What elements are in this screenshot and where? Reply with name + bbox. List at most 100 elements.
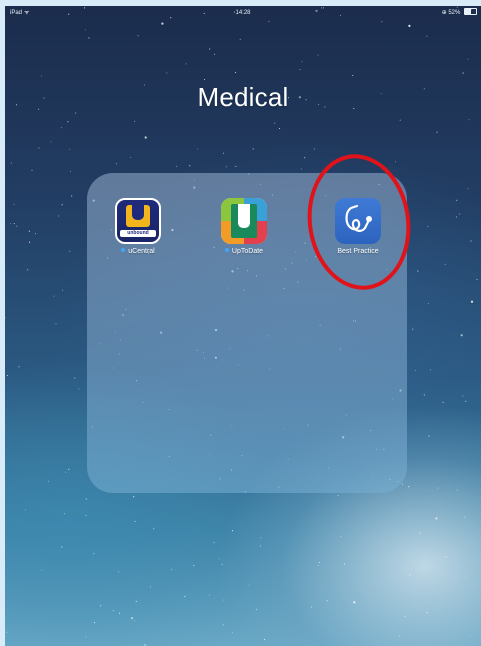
star	[464, 516, 466, 518]
star	[343, 563, 346, 565]
star	[16, 225, 18, 227]
star	[10, 162, 12, 164]
star	[399, 119, 401, 121]
star	[234, 72, 237, 74]
star	[69, 170, 72, 172]
star	[268, 20, 270, 22]
star	[353, 601, 356, 604]
star	[25, 509, 27, 511]
star	[13, 203, 15, 205]
star	[9, 223, 12, 225]
app-ucentral[interactable]: unbound uCentral	[93, 198, 183, 255]
star	[27, 269, 29, 271]
star	[69, 148, 71, 150]
star	[6, 631, 8, 633]
star	[427, 303, 430, 305]
star	[149, 586, 151, 588]
star	[40, 75, 42, 77]
star	[469, 634, 471, 637]
star	[222, 624, 224, 626]
star	[456, 199, 458, 201]
ipad-home-screen: iPad ᯤ 14:28 ⊕ 52% Medical unbound uCentr…	[5, 6, 481, 646]
star	[38, 147, 40, 149]
star	[203, 79, 206, 81]
star	[223, 599, 225, 601]
star	[414, 369, 417, 372]
star	[465, 577, 467, 579]
star	[252, 148, 254, 150]
star	[460, 334, 463, 337]
star	[61, 289, 64, 291]
star	[417, 270, 419, 272]
star	[337, 494, 339, 497]
app-uptodate[interactable]: UpToDate	[199, 198, 289, 255]
star	[213, 542, 215, 544]
star	[100, 605, 102, 607]
star	[313, 148, 315, 150]
app-label-uptodate: UpToDate	[199, 248, 289, 255]
screenshot-frame: iPad ᯤ 14:28 ⊕ 52% Medical unbound uCentr…	[0, 0, 481, 646]
star	[65, 471, 67, 473]
star	[67, 121, 69, 123]
star	[47, 480, 49, 482]
star	[153, 528, 155, 530]
uptodate-icon[interactable]	[221, 198, 267, 244]
star	[68, 468, 70, 470]
star	[468, 119, 470, 121]
star	[74, 377, 76, 379]
star	[208, 594, 210, 596]
star	[134, 520, 136, 522]
ucentral-u-block	[126, 205, 150, 227]
star	[116, 163, 118, 165]
ucentral-icon[interactable]: unbound	[115, 198, 161, 244]
star	[317, 564, 319, 566]
battery-fill	[465, 8, 471, 14]
folder-title[interactable]: Medical	[5, 82, 481, 113]
star	[423, 394, 425, 396]
battery-percent: 52%	[448, 10, 461, 16]
star	[69, 250, 71, 252]
uptodate-u-block	[231, 204, 257, 238]
new-app-dot	[121, 248, 126, 253]
star	[193, 565, 195, 567]
star	[259, 545, 262, 547]
star	[171, 568, 173, 570]
star	[61, 204, 63, 206]
star	[34, 233, 37, 235]
star	[310, 606, 312, 608]
star	[197, 148, 199, 150]
star	[318, 561, 320, 564]
battery-icon	[464, 7, 477, 15]
star	[409, 574, 411, 576]
app-name: uCentral	[128, 248, 155, 255]
star	[300, 168, 302, 170]
star	[274, 122, 276, 124]
star	[118, 612, 121, 614]
star	[189, 165, 191, 167]
star	[161, 22, 164, 25]
star	[218, 558, 220, 560]
star	[184, 595, 186, 597]
star	[209, 48, 211, 50]
star	[442, 401, 444, 403]
star	[394, 161, 396, 163]
star	[71, 195, 73, 197]
star	[304, 157, 306, 159]
star	[437, 487, 439, 489]
star	[31, 169, 33, 171]
star	[455, 216, 457, 218]
star	[467, 58, 469, 60]
star	[301, 60, 303, 62]
star	[135, 600, 137, 602]
star	[381, 21, 383, 23]
star	[408, 486, 410, 488]
star	[476, 278, 478, 280]
star	[470, 240, 472, 242]
star	[185, 63, 187, 65]
star	[63, 513, 66, 515]
star	[41, 569, 43, 571]
star	[317, 54, 319, 56]
ucentral-badge: unbound	[120, 230, 156, 237]
star	[239, 38, 241, 40]
star	[299, 69, 301, 71]
